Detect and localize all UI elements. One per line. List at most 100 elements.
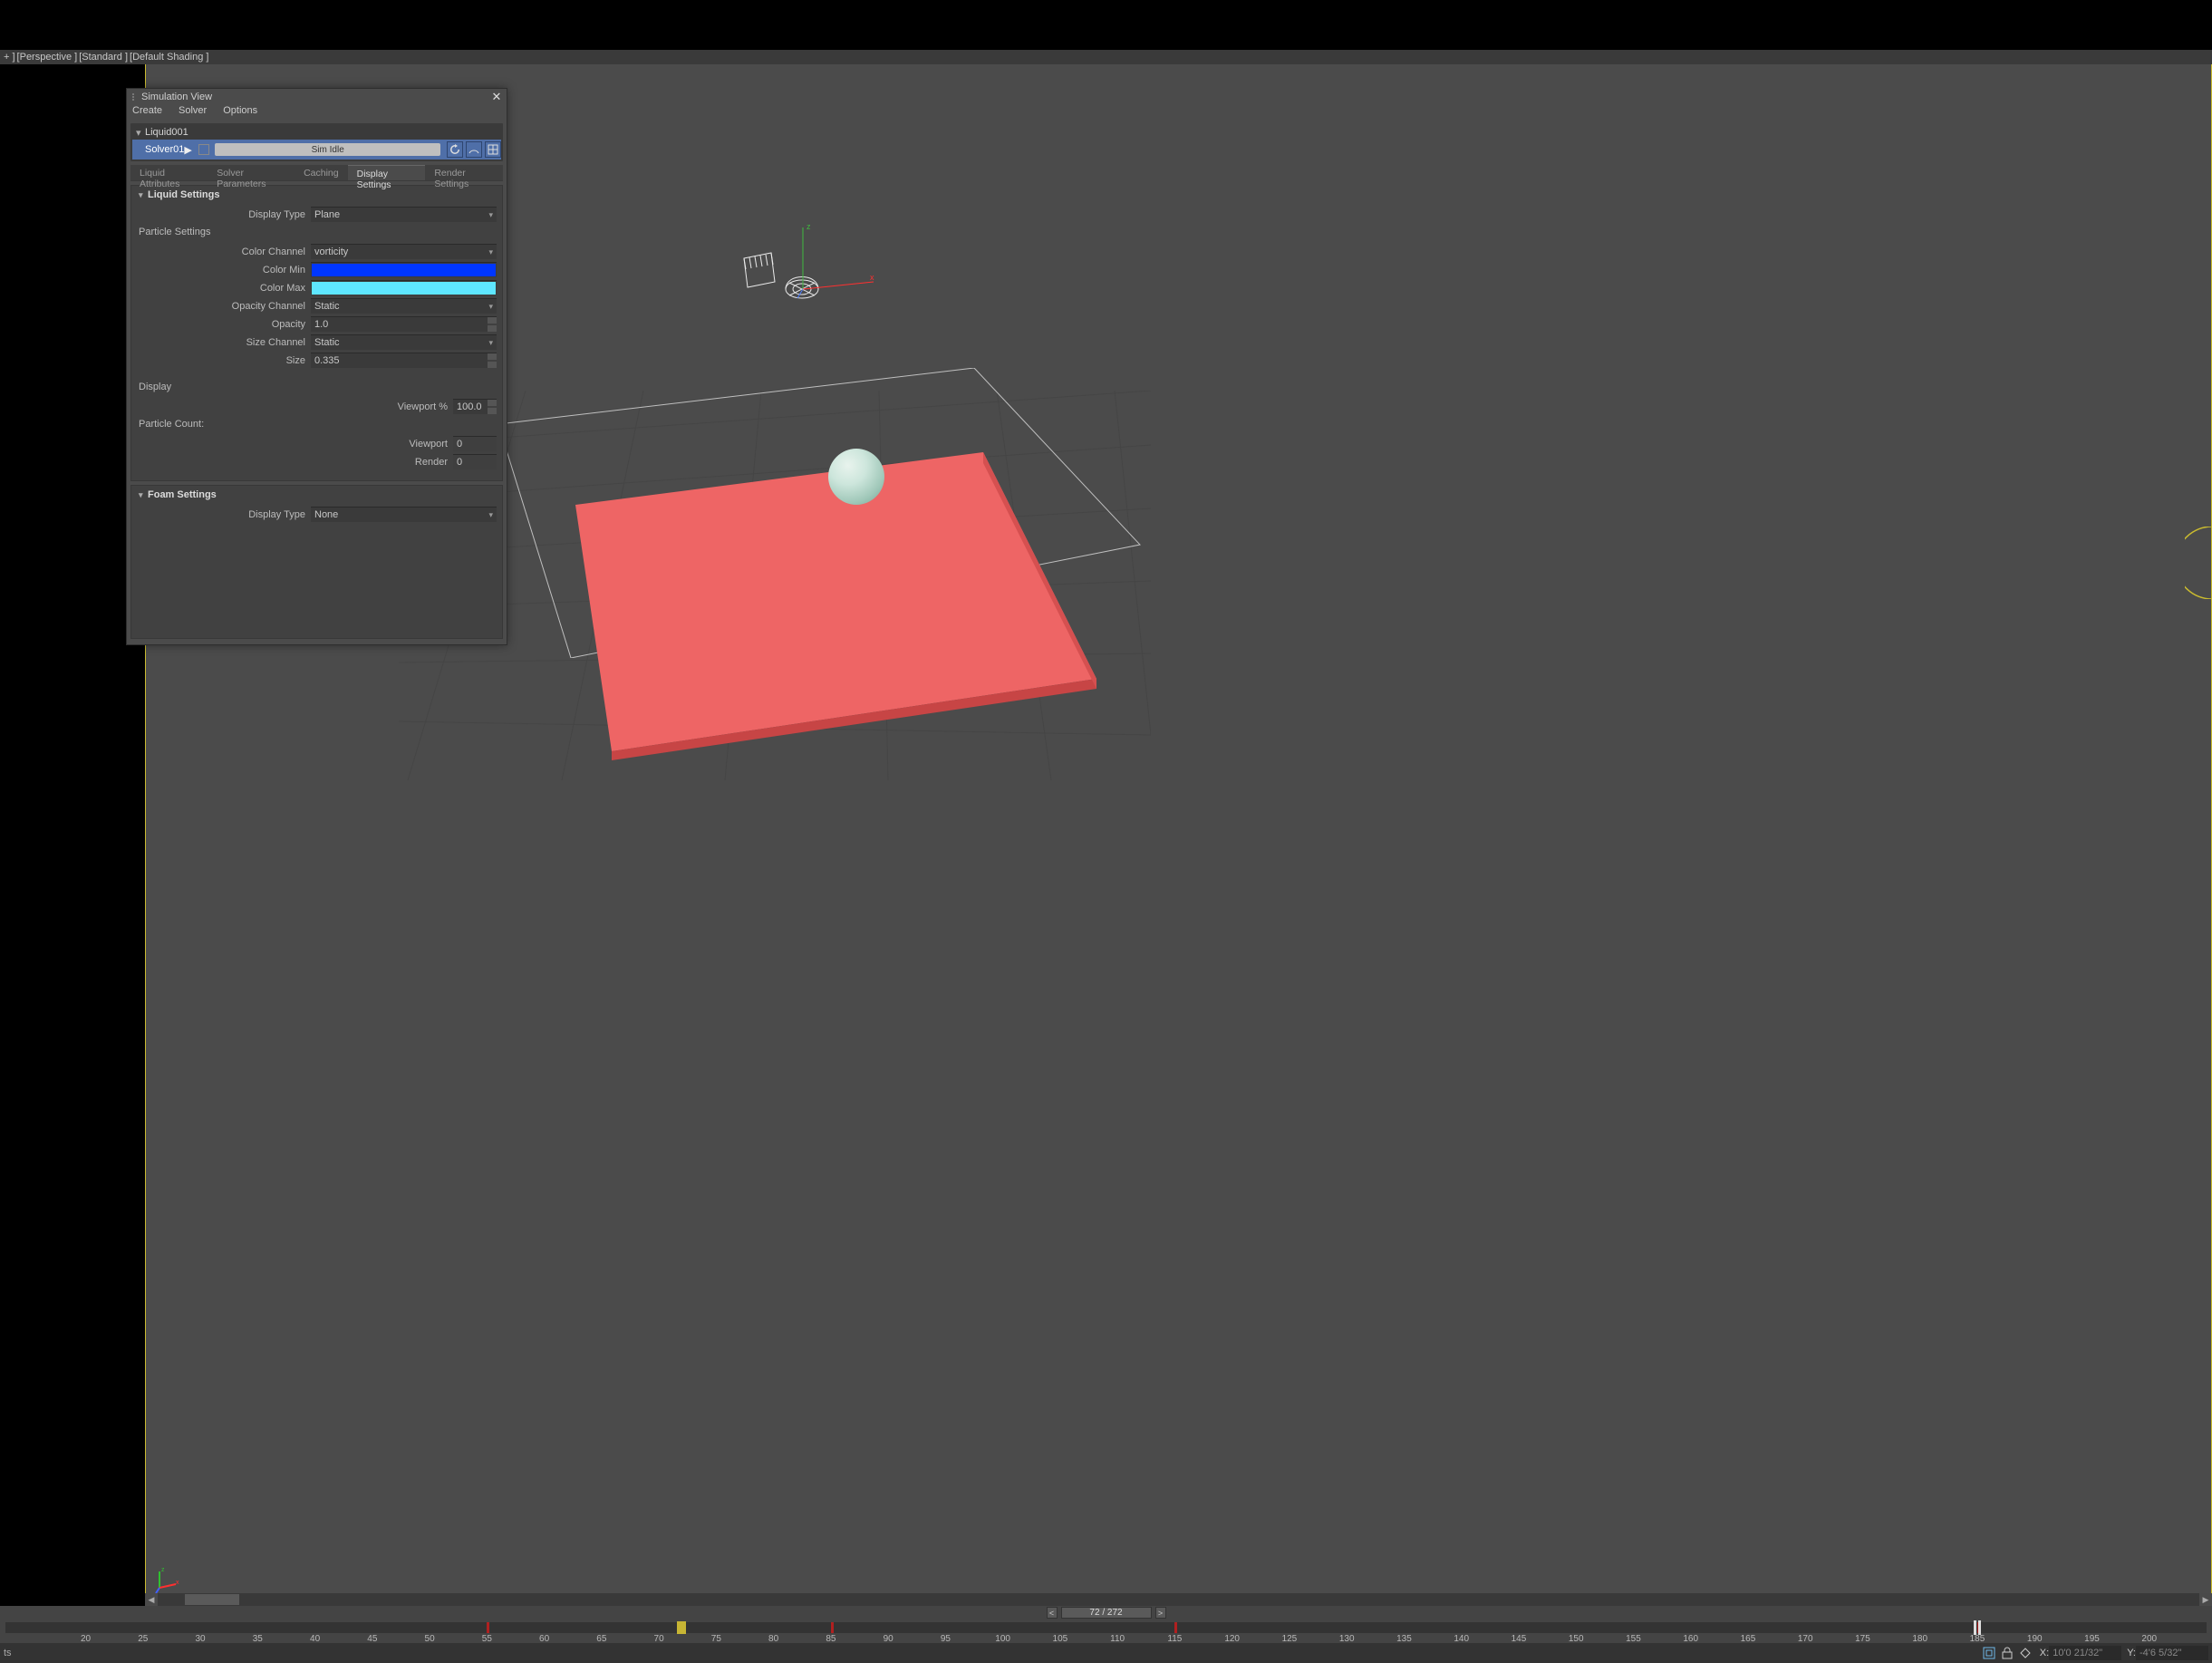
caret-icon: ▾ [139,190,148,200]
color-channel-label: Color Channel [139,247,311,257]
pc-render-label: Render [185,457,453,468]
menu-options[interactable]: Options [223,105,257,120]
scene-helper-icons [740,246,836,314]
display-heading: Display [139,382,497,392]
timeline-key[interactable] [1174,1622,1177,1633]
tab-render-settings[interactable]: Render Settings [425,165,503,180]
sim-grid-icon[interactable] [485,141,501,158]
svg-text:z: z [807,222,811,231]
size-channel-select[interactable]: Static [311,334,497,350]
panel-tabs: Liquid Attributes Solver Parameters Cach… [130,165,503,181]
vp-shading[interactable]: [Default Shading ] [130,52,208,63]
svg-text:z: z [161,1567,165,1573]
color-min-swatch[interactable] [311,262,497,277]
axis-gizmo: z x [154,1564,183,1593]
menu-create[interactable]: Create [132,105,162,120]
liquid-settings-section: ▾ Liquid Settings Display Type Plane Par… [130,185,503,481]
foam-settings-title: Foam Settings [148,489,217,500]
play-icon[interactable]: ▶ [184,144,195,156]
timeline-track[interactable] [5,1622,2207,1633]
rotate-gizmo[interactable] [2185,527,2212,599]
status-left: ts [4,1648,12,1658]
viewport-label-bar: + ] [Perspective ] [Standard ] [Default … [0,50,2212,64]
caret-icon: ▾ [139,490,148,500]
foam-settings-section: ▾ Foam Settings Display Type None [130,485,503,639]
timeline: < 72 / 272 > 202530354045505560657075808… [0,1606,2212,1643]
liquid-settings-title: Liquid Settings [148,189,219,200]
particle-settings-heading: Particle Settings [139,227,497,237]
stop-icon[interactable] [198,144,209,155]
panel-menubar: Create Solver Options [127,105,507,120]
viewport-pct-spinner[interactable]: 100.0 [453,399,497,414]
vp-quality[interactable]: [Standard ] [79,52,128,63]
opacity-channel-label: Opacity Channel [139,301,311,312]
keyframe-icon[interactable] [2017,1645,2033,1661]
sim-reset-icon[interactable] [447,141,463,158]
particle-count-heading: Particle Count: [139,419,497,430]
tree-solver-label: Solver01 [145,144,184,155]
opacity-channel-select[interactable]: Static [311,298,497,314]
scroll-right-icon[interactable]: ▶ [2199,1593,2212,1606]
opacity-spinner[interactable]: 1.0 [311,316,497,332]
foam-display-type-label: Display Type [139,509,311,520]
y-value[interactable]: -4'6 5/32" [2136,1646,2208,1660]
x-label: X: [2040,1648,2049,1658]
sphere-object[interactable] [828,449,884,505]
world-origin-axes: z x [796,218,877,300]
tab-caching[interactable]: Caching [295,165,348,180]
frame-readout[interactable]: 72 / 272 [1061,1607,1152,1619]
pc-viewport-value: 0 [453,436,497,451]
pc-render-value: 0 [453,454,497,469]
status-bar: ts X: 10'0 21/32" Y: -4'6 5/32" [0,1643,2212,1663]
tree-root[interactable]: ▾ Liquid001 [132,125,501,140]
tab-display-settings[interactable]: Display Settings [348,165,426,180]
size-label: Size [139,355,311,366]
liquid-settings-header[interactable]: ▾ Liquid Settings [139,189,497,200]
timeline-key[interactable] [831,1622,834,1633]
viewport-left-mask [0,64,145,1606]
foam-settings-header[interactable]: ▾ Foam Settings [139,489,497,500]
caret-icon: ▾ [136,127,143,139]
vp-view[interactable]: [Perspective ] [17,52,78,63]
panel-titlebar[interactable]: Simulation View ✕ [127,89,507,105]
tree-root-label: Liquid001 [145,127,188,138]
y-label: Y: [2127,1648,2136,1658]
color-channel-select[interactable]: vorticity [311,244,497,259]
display-type-select[interactable]: Plane [311,207,497,222]
simulation-view-panel: Simulation View ✕ Create Solver Options … [126,88,507,645]
viewport-horizontal-scrollbar[interactable]: ◀ ▶ [145,1593,2212,1606]
close-icon[interactable]: ✕ [490,91,503,103]
timeline-playhead[interactable] [677,1621,686,1634]
selection-lock-frame-icon[interactable] [1981,1645,1997,1661]
color-min-label: Color Min [139,265,311,276]
viewport-pct-label: Viewport % [185,401,453,412]
tab-liquid-attributes[interactable]: Liquid Attributes [130,165,208,180]
scroll-left-icon[interactable]: ◀ [145,1593,158,1606]
color-max-swatch[interactable] [311,280,497,295]
frame-next-button[interactable]: > [1155,1607,1166,1619]
solver-tree: ▾ Liquid001 Solver01 ▶ Sim Idle [130,123,503,161]
sim-status: Sim Idle [215,143,440,156]
display-type-label: Display Type [139,209,311,220]
svg-text:x: x [176,1580,179,1586]
opacity-label: Opacity [139,319,311,330]
frame-prev-button[interactable]: < [1047,1607,1058,1619]
size-channel-label: Size Channel [139,337,311,348]
liquid-plane[interactable] [503,452,1101,760]
timeline-key[interactable] [487,1622,489,1633]
tree-solver[interactable]: Solver01 ▶ Sim Idle [132,140,501,160]
color-max-label: Color Max [139,283,311,294]
foam-display-type-select[interactable]: None [311,507,497,522]
x-value[interactable]: 10'0 21/32" [2049,1646,2121,1660]
grip-icon [132,93,138,101]
size-spinner[interactable]: 0.335 [311,353,497,368]
tab-solver-parameters[interactable]: Solver Parameters [208,165,295,180]
pc-viewport-label: Viewport [185,439,453,450]
svg-text:x: x [870,273,874,282]
menu-solver[interactable]: Solver [179,105,207,120]
lock-icon[interactable] [1999,1645,2015,1661]
sim-link-icon[interactable] [466,141,482,158]
scroll-thumb[interactable] [185,1594,239,1605]
panel-title-text: Simulation View [141,92,212,102]
vp-plus[interactable]: + ] [4,52,15,63]
